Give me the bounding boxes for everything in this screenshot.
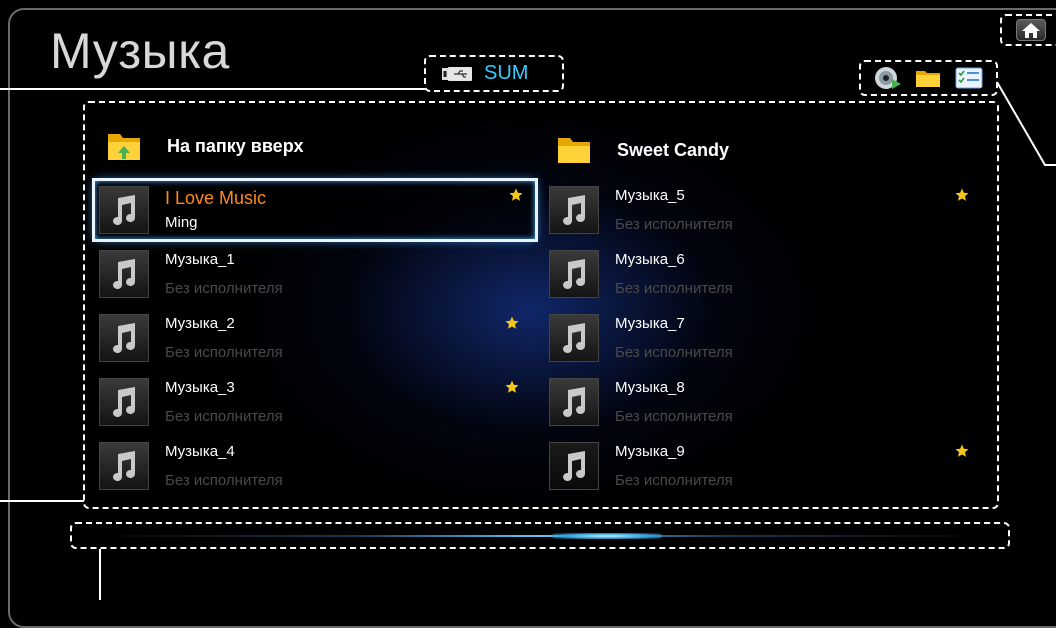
star-icon [955,444,969,457]
track-title: Музыка_2 [165,315,235,332]
track-title: Музыка_8 [615,379,685,396]
music-note-icon [549,378,599,426]
music-note-icon [99,378,149,426]
track-item[interactable]: Музыка_9 Без исполнителя [545,437,981,497]
music-note-icon [99,250,149,298]
star-icon [955,188,969,201]
track-item[interactable]: Музыка_8 Без исполнителя [545,373,981,433]
folder-up-label: На папку вверх [167,135,304,156]
track-title: I Love Music [165,188,267,208]
progress-indicator [552,533,662,539]
track-artist: Без исполнителя [615,216,733,233]
checklist-icon[interactable] [955,67,983,89]
music-note-icon [549,442,599,490]
track-title: Музыка_5 [615,187,685,204]
track-artist: Без исполнителя [165,280,283,297]
callout-line [996,81,1056,166]
track-artist: Без исполнителя [615,344,733,361]
track-artist: Без исполнителя [165,344,283,361]
track-item[interactable]: Музыка_5 Без исполнителя [545,181,981,241]
callout-line [99,549,101,600]
track-title: Музыка_7 [615,315,685,332]
music-note-icon [549,250,599,298]
folder-icon[interactable] [915,67,941,89]
track-item[interactable]: I Love Music Ming [92,178,538,242]
music-note-icon [549,186,599,234]
track-artist: Ming [165,214,198,231]
star-icon [505,380,519,393]
music-note-icon [549,314,599,362]
callout-line [0,88,426,90]
playback-bar[interactable] [70,522,1010,549]
music-note-icon [99,186,149,234]
track-item[interactable]: Музыка_7 Без исполнителя [545,309,981,369]
folder-icon [558,138,590,163]
track-artist: Без исполнителя [615,280,733,297]
track-artist: Без исполнителя [615,472,733,489]
star-icon [509,188,523,201]
track-title: Музыка_6 [615,251,685,268]
page-title: Музыка [50,23,230,79]
folder-label: Sweet Candy [617,139,730,160]
toolbar [859,60,998,96]
home-button[interactable] [1016,19,1046,41]
device-label: SUM [484,62,529,84]
track-artist: Без исполнителя [165,408,283,425]
track-title: Музыка_1 [165,251,235,268]
track-title: Музыка_4 [165,443,235,460]
star-icon [505,316,519,329]
folder-up-icon [108,134,140,160]
home-area [1000,14,1056,46]
track-item[interactable]: Музыка_1 Без исполнителя [95,245,531,305]
disc-play-icon[interactable] [874,65,902,91]
track-item[interactable]: Музыка_2 Без исполнителя [95,309,531,369]
track-item[interactable]: Музыка_6 Без исполнителя [545,245,981,305]
file-list: На папку вверх Sweet Candy I Love Music M… [83,101,999,509]
progress-track [92,535,988,537]
device-selector[interactable]: SUM [424,55,564,92]
folder-item[interactable]: Sweet Candy [557,125,729,175]
track-artist: Без исполнителя [615,408,733,425]
home-icon [1022,23,1040,38]
music-note-icon [99,442,149,490]
track-title: Музыка_3 [165,379,235,396]
track-item[interactable]: Музыка_4 Без исполнителя [95,437,531,497]
music-note-icon [99,314,149,362]
track-item[interactable]: Музыка_3 Без исполнителя [95,373,531,433]
folder-up-item[interactable]: На папку вверх [107,121,303,171]
usb-device-icon [442,66,472,81]
callout-line [0,500,84,502]
track-title: Музыка_9 [615,443,685,460]
track-artist: Без исполнителя [165,472,283,489]
